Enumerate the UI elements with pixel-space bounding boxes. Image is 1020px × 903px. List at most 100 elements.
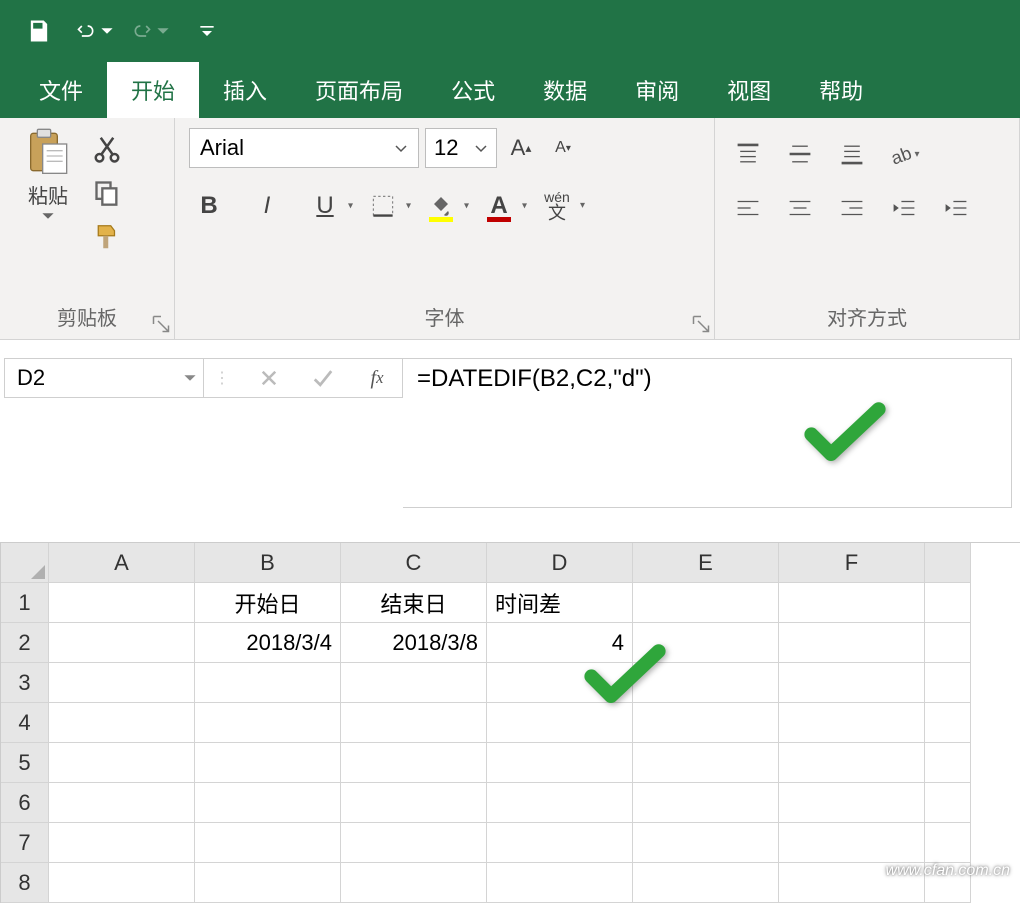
paste-label[interactable]: 粘贴 xyxy=(28,180,68,209)
font-name-combo[interactable]: Arial xyxy=(189,128,419,168)
phonetic-button[interactable]: wén 文 ▾ xyxy=(537,184,577,228)
row-header-7[interactable]: 7 xyxy=(1,823,49,863)
align-right-button[interactable] xyxy=(833,190,871,226)
cell-B7[interactable] xyxy=(195,823,341,863)
cell-D6[interactable] xyxy=(487,783,633,823)
cancel-formula-button[interactable] xyxy=(254,368,284,388)
col-header-spill[interactable] xyxy=(925,543,971,583)
cell-B2[interactable]: 2018/3/4 xyxy=(195,623,341,663)
tab-home[interactable]: 开始 xyxy=(107,62,199,118)
increase-indent-button[interactable] xyxy=(937,190,975,226)
cell-F2[interactable] xyxy=(779,623,925,663)
cell-E7[interactable] xyxy=(633,823,779,863)
paste-dropdown-icon[interactable] xyxy=(41,209,55,223)
cell-G4[interactable] xyxy=(925,703,971,743)
tab-insert[interactable]: 插入 xyxy=(199,62,291,118)
cell-A4[interactable] xyxy=(49,703,195,743)
font-color-button[interactable]: A ▾ xyxy=(479,184,519,228)
underline-button[interactable]: U▾ xyxy=(305,184,345,228)
cell-G3[interactable] xyxy=(925,663,971,703)
cell-F6[interactable] xyxy=(779,783,925,823)
col-header-E[interactable]: E xyxy=(633,543,779,583)
orientation-button[interactable]: ab▾ xyxy=(885,136,923,172)
cell-G5[interactable] xyxy=(925,743,971,783)
cell-G6[interactable] xyxy=(925,783,971,823)
format-painter-button[interactable] xyxy=(90,220,124,254)
cell-F4[interactable] xyxy=(779,703,925,743)
cell-G7[interactable] xyxy=(925,823,971,863)
cell-D5[interactable] xyxy=(487,743,633,783)
cell-B4[interactable] xyxy=(195,703,341,743)
align-left-button[interactable] xyxy=(729,190,767,226)
cell-A6[interactable] xyxy=(49,783,195,823)
cell-B3[interactable] xyxy=(195,663,341,703)
row-header-6[interactable]: 6 xyxy=(1,783,49,823)
tab-data[interactable]: 数据 xyxy=(519,62,611,118)
cell-D7[interactable] xyxy=(487,823,633,863)
align-middle-button[interactable] xyxy=(781,136,819,172)
cell-A7[interactable] xyxy=(49,823,195,863)
cell-E6[interactable] xyxy=(633,783,779,823)
fx-button[interactable]: fx xyxy=(362,367,392,390)
cell-B1[interactable]: 开始日 xyxy=(195,583,341,623)
increase-font-button[interactable]: A▴ xyxy=(503,130,539,166)
cell-F3[interactable] xyxy=(779,663,925,703)
border-button[interactable]: ▾ xyxy=(363,184,403,228)
row-header-1[interactable]: 1 xyxy=(1,583,49,623)
cell-E4[interactable] xyxy=(633,703,779,743)
clipboard-dialog-launcher[interactable] xyxy=(152,315,170,333)
cell-E2[interactable] xyxy=(633,623,779,663)
align-center-button[interactable] xyxy=(781,190,819,226)
cell-G1[interactable] xyxy=(925,583,971,623)
cell-B8[interactable] xyxy=(195,863,341,903)
row-header-5[interactable]: 5 xyxy=(1,743,49,783)
cell-F7[interactable] xyxy=(779,823,925,863)
cell-D3[interactable] xyxy=(487,663,633,703)
enter-formula-button[interactable] xyxy=(308,367,338,389)
decrease-indent-button[interactable] xyxy=(885,190,923,226)
formula-input[interactable]: =DATEDIF(B2,C2,"d") xyxy=(403,358,1012,508)
cell-F1[interactable] xyxy=(779,583,925,623)
col-header-A[interactable]: A xyxy=(49,543,195,583)
fill-color-button[interactable]: ▾ xyxy=(421,184,461,228)
cell-G2[interactable] xyxy=(925,623,971,663)
name-box[interactable]: D2 xyxy=(4,358,204,398)
cell-A8[interactable] xyxy=(49,863,195,903)
col-header-F[interactable]: F xyxy=(779,543,925,583)
font-size-combo[interactable]: 12 xyxy=(425,128,497,168)
undo-button[interactable] xyxy=(76,12,114,50)
tab-review[interactable]: 审阅 xyxy=(611,62,703,118)
cell-E3[interactable] xyxy=(633,663,779,703)
cell-C6[interactable] xyxy=(341,783,487,823)
cell-B5[interactable] xyxy=(195,743,341,783)
row-header-3[interactable]: 3 xyxy=(1,663,49,703)
tab-file[interactable]: 文件 xyxy=(15,62,107,118)
row-header-4[interactable]: 4 xyxy=(1,703,49,743)
cell-B6[interactable] xyxy=(195,783,341,823)
select-all-corner[interactable] xyxy=(1,543,49,583)
sheet-grid[interactable]: A B C D E F 1 开始日 结束日 时间差 2 2018/3/4 201… xyxy=(0,542,1020,903)
tab-help[interactable]: 帮助 xyxy=(795,62,887,118)
cell-A5[interactable] xyxy=(49,743,195,783)
redo-button[interactable] xyxy=(132,12,170,50)
cut-button[interactable] xyxy=(90,132,124,166)
cell-A3[interactable] xyxy=(49,663,195,703)
tab-layout[interactable]: 页面布局 xyxy=(291,62,427,118)
bold-button[interactable]: B xyxy=(189,184,229,228)
save-button[interactable] xyxy=(20,12,58,50)
copy-button[interactable] xyxy=(90,176,124,210)
align-bottom-button[interactable] xyxy=(833,136,871,172)
customize-qat-button[interactable] xyxy=(188,12,226,50)
row-header-2[interactable]: 2 xyxy=(1,623,49,663)
font-dialog-launcher[interactable] xyxy=(692,315,710,333)
cell-C3[interactable] xyxy=(341,663,487,703)
tab-formulas[interactable]: 公式 xyxy=(427,62,519,118)
cell-D1[interactable]: 时间差 xyxy=(487,583,633,623)
cell-C1[interactable]: 结束日 xyxy=(341,583,487,623)
cell-F5[interactable] xyxy=(779,743,925,783)
cell-C2[interactable]: 2018/3/8 xyxy=(341,623,487,663)
cell-C8[interactable] xyxy=(341,863,487,903)
italic-button[interactable]: I xyxy=(247,184,287,228)
cell-C7[interactable] xyxy=(341,823,487,863)
cell-E8[interactable] xyxy=(633,863,779,903)
